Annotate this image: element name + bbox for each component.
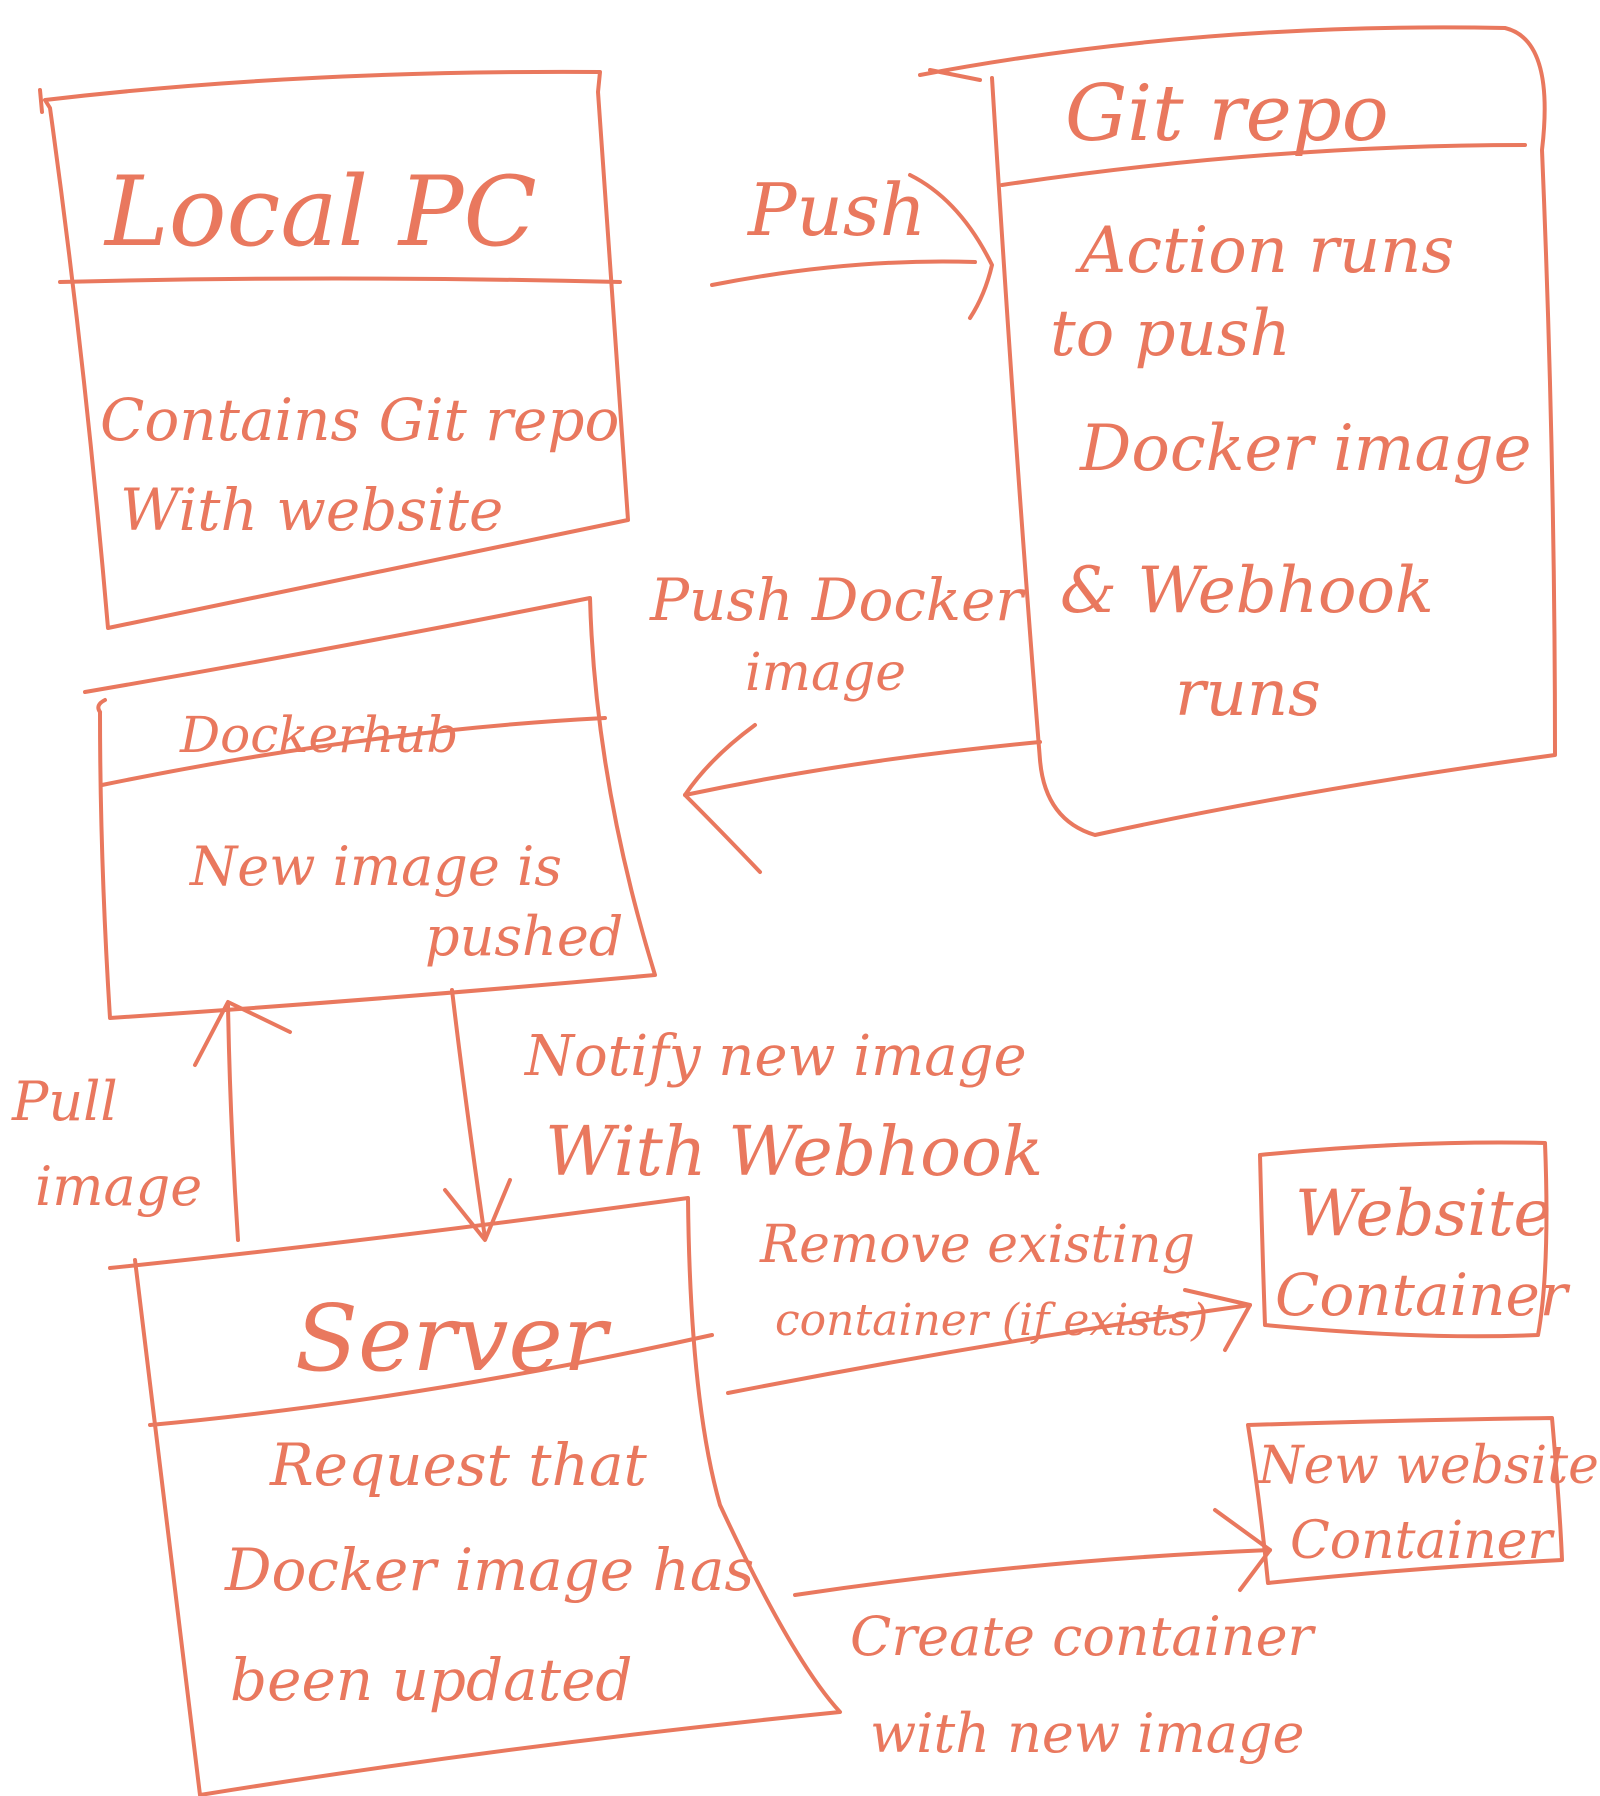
git-repo-title: Git repo	[1065, 69, 1389, 159]
edge-pull-image-line	[226, 1003, 240, 1242]
new-website-container-line-1: New website	[1256, 1436, 1599, 1496]
edge-remove-existing: Remove existing container (if exists)	[726, 1215, 1252, 1395]
dockerhub-title: Dockerhub	[179, 706, 458, 764]
git-repo-body-line-2: to push	[1050, 297, 1291, 371]
server-body-line-2: Docker image has	[224, 1536, 754, 1604]
edge-notify: Notify new image With Webhook	[443, 988, 1043, 1242]
edge-push: Push	[710, 168, 994, 320]
server-title: Server	[295, 1285, 612, 1392]
edge-push-docker-image-label-2: image	[745, 643, 906, 703]
edge-pull-image-label-1: Pull	[11, 1070, 118, 1133]
server-body-line-3: been updated	[230, 1646, 633, 1714]
flow-diagram: Local PC Contains Git repo With website …	[11, 25, 1599, 1796]
edge-create-container-line	[793, 1548, 1272, 1597]
git-repo-body-line-5: runs	[1175, 657, 1321, 731]
edge-push-line	[710, 259, 977, 287]
server-body-line-1: Request that	[269, 1431, 648, 1499]
edge-remove-existing-label-2: container (if exists)	[775, 1295, 1208, 1346]
edge-push-label: Push	[746, 168, 926, 252]
local-pc-title-divider	[58, 276, 622, 284]
edge-create-container: Create container with new image	[793, 1508, 1317, 1765]
edge-push-docker-image: Push Docker image	[649, 566, 1042, 874]
local-pc-body-line-2: With website	[120, 476, 503, 544]
edge-push-docker-image-line	[683, 740, 1042, 797]
website-container-box: Website Container	[1258, 1140, 1571, 1339]
edge-create-container-label-2: with new image	[870, 1702, 1304, 1765]
edge-remove-existing-label-1: Remove existing	[759, 1215, 1195, 1275]
website-container-line-2: Container	[1275, 1261, 1571, 1329]
edge-create-container-label-1: Create container	[850, 1605, 1317, 1668]
git-repo-body-line-4: & Webhook	[1060, 554, 1434, 628]
diagram-canvas: Local PC Contains Git repo With website …	[0, 0, 1600, 1796]
new-website-container-box: New website Container	[1246, 1416, 1599, 1585]
git-repo-body-line-1: Action runs	[1075, 214, 1454, 288]
dockerhub-body-line-1: New image is	[188, 835, 562, 898]
edge-pull-image: Pull image	[11, 1000, 292, 1242]
local-pc-title: Local PC	[103, 156, 537, 268]
edge-notify-label-2: With Webhook	[545, 1113, 1043, 1192]
dockerhub-body-line-2: pushed	[425, 905, 623, 968]
edge-notify-line	[450, 988, 487, 1240]
dockerhub-box: Dockerhub New image is pushed	[83, 596, 657, 1020]
new-website-container-line-2: Container	[1290, 1511, 1555, 1571]
git-repo-body-line-3: Docker image	[1079, 412, 1531, 486]
local-pc-box: Local PC Contains Git repo With website	[38, 69, 630, 630]
edge-push-docker-image-arrowhead	[683, 723, 762, 874]
edge-pull-image-label-2: image	[35, 1155, 202, 1218]
local-pc-body-line-1: Contains Git repo	[100, 386, 619, 454]
edge-push-docker-image-label-1: Push Docker	[649, 566, 1026, 634]
git-repo-box: Git repo Action runs to push Docker imag…	[918, 25, 1557, 837]
website-container-line-1: Website	[1295, 1177, 1551, 1251]
server-box: Server Request that Docker image has bee…	[108, 1196, 842, 1796]
edge-notify-label-1: Notify new image	[523, 1024, 1027, 1089]
